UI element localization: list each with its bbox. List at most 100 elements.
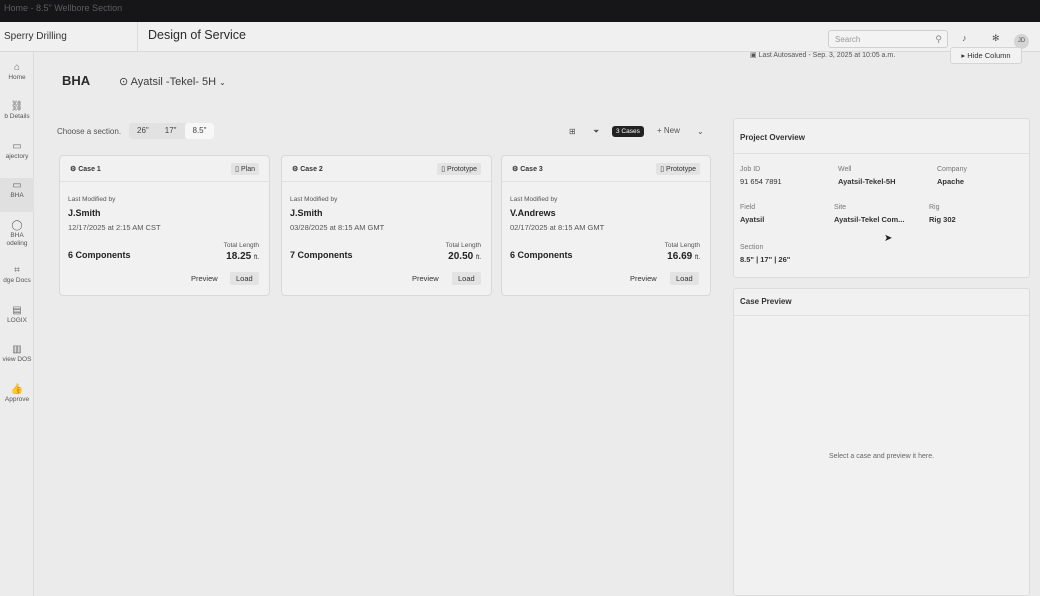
case-name-text: Case 2 [300,166,323,173]
cases-count-badge: 3 Cases [612,126,644,137]
section-prompt: Choose a section. [57,127,122,136]
review-dos-icon: ▥ [12,344,22,355]
last-modified-date: 02/17/2025 at 8:15 AM GMT [510,223,605,232]
case-type-text: Prototype [666,166,696,173]
autosave-status: ▣ Last Autosaved - Sep. 3, 2025 at 10:05… [750,51,895,59]
sidebar-item-trajectory[interactable]: ▭ ajectory [0,141,34,161]
document-icon: ▯ [235,166,240,173]
case-type-badge: ▯ Prototype [656,163,700,175]
load-button[interactable]: Load [230,272,259,285]
brand-name: Sperry Drilling [0,22,138,52]
sidebar-item-bha[interactable]: ▭ BHA [0,178,34,212]
load-button[interactable]: Load [670,272,699,285]
home-icon: ⌂ [13,62,21,73]
preview-button[interactable]: Preview [624,272,663,285]
document-icon: ▯ [441,166,446,173]
sidebar-item-label: BHA [10,192,24,199]
sidebar-item-knowledge-docs[interactable]: ⌗ dge Docs [0,265,34,285]
rig-value: Rig 302 [929,215,956,224]
components-count: 6 Components [510,250,573,260]
filter-icon[interactable]: ⏷ [593,127,599,137]
case-preview-panel: Case Preview Select a case and preview i… [733,288,1030,596]
save-icon: ▣ [750,52,757,59]
case-name-text: Case 1 [78,166,101,173]
case-type-badge: ▯ Prototype [437,163,481,175]
last-modified-user: J.Smith [68,208,101,218]
load-button[interactable]: Load [452,272,481,285]
app-screen: Sperry Drilling Design of Service Search… [0,22,1040,596]
section-button-8-5[interactable]: 8.5" [184,123,215,139]
section-button-26[interactable]: 26" [129,123,157,139]
case-card-2[interactable]: ⚙ Case 2 ▯ Prototype Last Modified by J.… [281,155,492,296]
case-name-text: Case 3 [520,166,543,173]
length-unit: ft. [253,255,259,261]
length-unit: ft. [475,255,481,261]
sidebar-item-label: BHA odeling [6,232,28,247]
section-button-17[interactable]: 17" [157,123,185,139]
divider [734,315,1029,316]
browser-tab-title[interactable]: Home - 8.5" Wellbore Section [4,3,122,13]
total-length-label: Total Length [223,242,259,249]
case-name: ⚙ Case 2 [292,165,323,173]
case-type-text: Prototype [447,166,477,173]
search-icon[interactable]: ⚲ [935,34,942,45]
case-card-header: ⚙ Case 1 ▯ Plan [60,156,269,182]
section-value: 8.5" | 17" | 26" [740,255,791,264]
document-icon: ▯ [660,166,665,173]
sidebar-item-label: view DOS [2,356,32,363]
job-id-value: 91 654 7891 [740,177,782,186]
field-label: Field [740,204,756,211]
total-length-label: Total Length [445,242,481,249]
case-card-header: ⚙ Case 2 ▯ Prototype [282,156,491,182]
rig-label: Rig [929,204,940,211]
grid-view-icon[interactable]: ⊞ [569,127,576,136]
sidebar-item-home[interactable]: ⌂ Home [0,62,34,82]
sidebar-item-review-dos[interactable]: ▥ view DOS [0,344,34,364]
components-count: 6 Components [68,250,131,260]
sidebar-item-job-details[interactable]: ⛓ b Details [0,102,34,121]
knowledge-docs-icon: ⌗ [14,265,20,276]
hide-column-button[interactable]: ▸ Hide Column [950,47,1022,64]
total-length-value: 20.50 ft. [448,251,481,262]
section-label: Section [740,244,764,251]
last-modified-date: 03/28/2025 at 8:15 AM GMT [290,223,385,232]
case-type-badge: ▯ Plan [231,163,259,175]
preview-button[interactable]: Preview [185,272,224,285]
well-selector[interactable]: ⊙ Ayatsil -Tekel- 5H ⌄ [119,75,226,88]
browser-tab-strip: Home - 8.5" Wellbore Section [0,0,1040,22]
mouse-cursor-icon: ➤ [884,233,893,244]
trajectory-icon: ▭ [12,141,22,152]
sidebar-item-logix[interactable]: ▤ LOGIX [0,305,34,325]
last-modified-label: Last Modified by [68,196,116,203]
length-number: 20.50 [448,251,474,262]
sidebar-item-approve[interactable]: 👍 Approve [0,385,34,404]
new-case-button[interactable]: + New [657,126,680,135]
autosave-text: Last Autosaved - Sep. 3, 2025 at 10:05 a… [758,52,896,59]
sidebar-item-bha-modeling[interactable]: ◯ BHA odeling [0,220,34,248]
job-id-label: Job ID [740,166,761,173]
case-card-1[interactable]: ⚙ Case 1 ▯ Plan Last Modified by J.Smith… [59,155,270,296]
last-modified-label: Last Modified by [290,196,338,203]
section-segmented-control: 26" 17" 8.5" [129,123,215,139]
search-input[interactable]: Search ⚲ [828,30,948,48]
company-label: Company [937,166,967,173]
settings-gear-icon[interactable]: ✻ [992,33,1000,44]
main-content: BHA ⊙ Ayatsil -Tekel- 5H ⌄ Choose a sect… [35,52,725,596]
sidebar-item-label: Home [8,74,26,81]
logix-icon: ▤ [12,305,22,316]
bha-modeling-icon: ◯ [11,220,23,231]
sidebar-item-label: LOGIX [7,317,27,324]
well-label: Well [838,166,852,173]
case-card-3[interactable]: ⚙ Case 3 ▯ Prototype Last Modified by V.… [501,155,711,296]
chevron-down-icon[interactable]: ⌄ [697,127,704,136]
case-name: ⚙ Case 1 [70,165,101,173]
last-modified-user: V.Andrews [510,208,556,218]
sidebar-item-label: dge Docs [3,277,31,284]
project-overview-panel: Project Overview Job ID 91 654 7891 Well… [733,118,1030,278]
length-number: 18.25 [226,251,252,262]
well-target-icon: ⊙ [119,76,129,88]
hide-column-label: Hide Column [967,51,1011,60]
preview-button[interactable]: Preview [406,272,445,285]
notification-bell-icon[interactable]: ♪ [962,33,967,43]
case-gear-icon: ⚙ [292,166,299,173]
